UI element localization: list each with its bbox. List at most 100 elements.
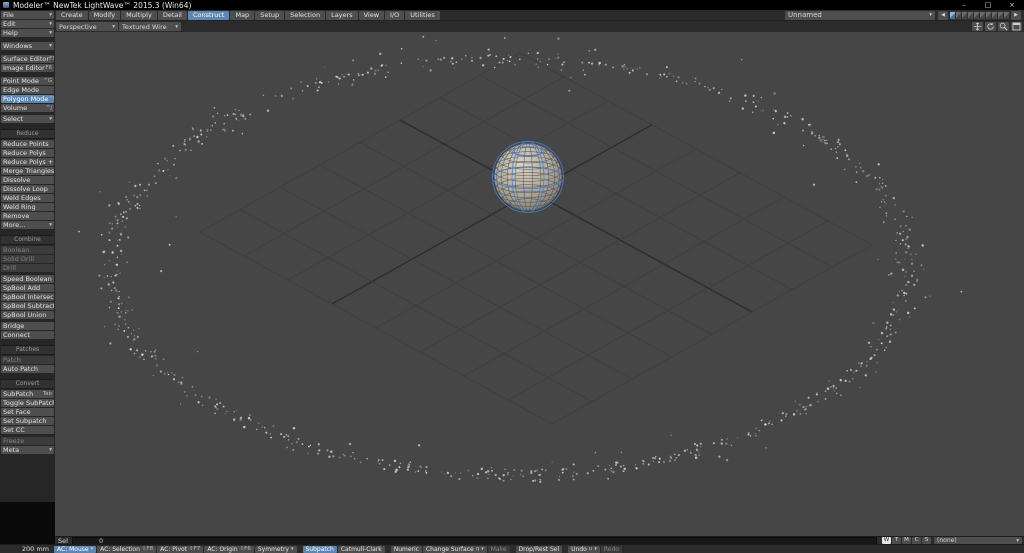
tab-setup[interactable]: Setup [255, 11, 284, 20]
tab-map[interactable]: Map [230, 11, 254, 20]
rotate-icon[interactable] [985, 22, 996, 31]
sidebar-item-select[interactable]: Select▾ [1, 115, 54, 123]
object-name: Unnamed [788, 11, 822, 19]
vmap-button-w[interactable]: W [882, 537, 891, 544]
sidebar-item-surface-editor[interactable]: Surface EditorF5 [1, 55, 54, 63]
layer-10[interactable] [1004, 12, 1009, 19]
tab-modify[interactable]: Modify [89, 11, 121, 20]
bottom-button-change-surface[interactable]: Change Surfaceq▾ [423, 546, 487, 553]
vmap-button-m[interactable]: M [902, 537, 911, 544]
sidebar-item-reduce-polys[interactable]: Reduce Polys [1, 149, 54, 157]
bottom-button-make[interactable]: Make [488, 546, 510, 553]
sidebar-item-more[interactable]: More...▾ [1, 221, 54, 229]
sidebar-item-connect[interactable]: Connect [1, 331, 54, 339]
sidebar-item-patch[interactable]: Patch [1, 356, 54, 364]
sidebar-item-toggle-subpatch[interactable]: Toggle SubPatch [1, 399, 54, 407]
layer-7[interactable] [986, 12, 991, 19]
bottom-button-catmull-clark[interactable]: Catmull-Clark [338, 546, 385, 553]
sidebar-item-solid-drill[interactable]: Solid Drill [1, 255, 54, 263]
sidebar-item-speed-boolean[interactable]: Speed Boolean [1, 275, 54, 283]
sidebar-item-boolean[interactable]: Boolean [1, 246, 54, 254]
sidebar-item-set-cc[interactable]: Set CC [1, 426, 54, 434]
tab-layers[interactable]: Layers [326, 11, 358, 20]
layer-2[interactable] [956, 12, 961, 19]
sidebar-item-drill[interactable]: Drill [1, 264, 54, 272]
tab-multiply[interactable]: Multiply [121, 11, 157, 20]
label: Image Editor [3, 64, 45, 72]
maximize-viewport-icon[interactable] [1011, 22, 1022, 31]
tab-detail[interactable]: Detail [158, 11, 187, 20]
sidebar-item-windows[interactable]: Windows▾ [1, 42, 54, 50]
bottom-button-ac-origin[interactable]: AC: Origin⇧F6 [204, 546, 254, 553]
sidebar-item-set-subpatch[interactable]: Set Subpatch [1, 417, 54, 425]
bottom-button-ac-selection[interactable]: AC: Selection⇧F8 [97, 546, 156, 553]
layer-4[interactable] [968, 12, 973, 19]
sidebar-item-edit[interactable]: Edit▾ [1, 20, 54, 28]
layer-8[interactable] [992, 12, 997, 19]
sidebar-item-edge-mode[interactable]: Edge Mode [1, 86, 54, 94]
sidebar-item-dissolve-loop[interactable]: Dissolve Loop [1, 185, 54, 193]
sidebar-item-spbool-union[interactable]: SpBool Union [1, 311, 54, 319]
sidebar-item-point-mode[interactable]: Point Mode^G [1, 77, 54, 85]
maximize-button[interactable]: □ [976, 0, 1000, 10]
sidebar-item-weld-edges[interactable]: Weld Edges [1, 194, 54, 202]
sidebar-item-remove[interactable]: Remove [1, 212, 54, 220]
vmap-selector[interactable]: (none) ▾ [934, 537, 1022, 544]
sidebar-item-file[interactable]: File▾ [1, 11, 54, 19]
sidebar-item-reduce-points[interactable]: Reduce Points [1, 140, 54, 148]
sidebar-item-dissolve[interactable]: Dissolve [1, 176, 54, 184]
tab-construct[interactable]: Construct [188, 11, 229, 20]
display-mode-selector[interactable]: Textured Wire ▾ [119, 22, 181, 31]
tab-view[interactable]: View [359, 11, 384, 20]
bottom-button-ac-mouse[interactable]: AC: Mouse▾ [54, 546, 96, 553]
sidebar-item-set-face[interactable]: Set Face [1, 408, 54, 416]
bottom-button-ac-pivot[interactable]: AC: Pivot⇧F7 [157, 546, 203, 553]
sidebar-item-help[interactable]: Help▾ [1, 29, 54, 37]
sidebar-item-bridge[interactable]: Bridge [1, 322, 54, 330]
vmap-button-c[interactable]: C [912, 537, 921, 544]
label: SpBool Subtract [3, 302, 54, 310]
label: Meta [3, 446, 19, 454]
sidebar-item-freeze[interactable]: Freeze [1, 437, 54, 445]
pan-icon[interactable] [972, 22, 983, 31]
tab-create[interactable]: Create [56, 11, 88, 20]
minimize-button[interactable]: – [952, 0, 976, 10]
bottom-button-redo[interactable]: Redo [601, 546, 622, 553]
sidebar-item-weld-ring[interactable]: Weld Ring [1, 203, 54, 211]
sphere-object[interactable] [493, 142, 564, 213]
layer-3[interactable] [962, 12, 967, 19]
viewport[interactable] [55, 32, 1024, 536]
sidebar-item-spbool-subtract[interactable]: SpBool Subtract [1, 302, 54, 310]
sidebar-item-polygon-mode[interactable]: Polygon Mode^H [1, 95, 54, 103]
bottom-button-undo[interactable]: Undou▾ [568, 546, 600, 553]
vmap-button-s[interactable]: S [922, 537, 931, 544]
layer-6[interactable] [980, 12, 985, 19]
layer-5[interactable] [974, 12, 979, 19]
tab-utilities[interactable]: Utilities [405, 11, 439, 20]
zoom-icon[interactable] [998, 22, 1009, 31]
object-selector[interactable]: Unnamed ▾ [785, 11, 935, 20]
sidebar-item-spbool-add[interactable]: SpBool Add [1, 284, 54, 292]
bottom-button-symmetry[interactable]: Symmetry▾ [255, 546, 297, 553]
sidebar-item-reduce-polys[interactable]: Reduce Polys + [1, 158, 54, 166]
sidebar-item-image-editor[interactable]: Image EditorF6 [1, 64, 54, 72]
next-layer-bank-button[interactable]: ▶ [1011, 11, 1021, 20]
sidebar-item-merge-triangles[interactable]: Merge Triangles [1, 167, 54, 175]
bottom-button-numeric[interactable]: Numeric [391, 546, 422, 553]
bottom-button-drop-rest-sel[interactable]: Drop/Rest Sel [516, 546, 563, 553]
view-type-selector[interactable]: Perspective ▾ [56, 22, 118, 31]
tab-selection[interactable]: Selection [285, 11, 325, 20]
sidebar-item-subpatch[interactable]: SubPatchTab [1, 390, 54, 398]
sidebar-item-auto-patch[interactable]: Auto Patch [1, 365, 54, 373]
sidebar-item-meta[interactable]: Meta▾ [1, 446, 54, 454]
prev-layer-bank-button[interactable]: ◀ [938, 11, 948, 20]
tab-i-o[interactable]: I/O [385, 11, 404, 20]
layer-9[interactable] [998, 12, 1003, 19]
vmap-button-t[interactable]: T [892, 537, 901, 544]
layer-1[interactable] [950, 12, 955, 19]
sidebar-item-volume[interactable]: Volume^J [1, 104, 54, 112]
close-button[interactable]: × [1000, 0, 1024, 10]
sidebar-item-spbool-intersect[interactable]: SpBool Intersect [1, 293, 54, 301]
bottom-button-subpatch[interactable]: Subpatch [303, 546, 337, 553]
shortcut: ^J [46, 104, 52, 112]
